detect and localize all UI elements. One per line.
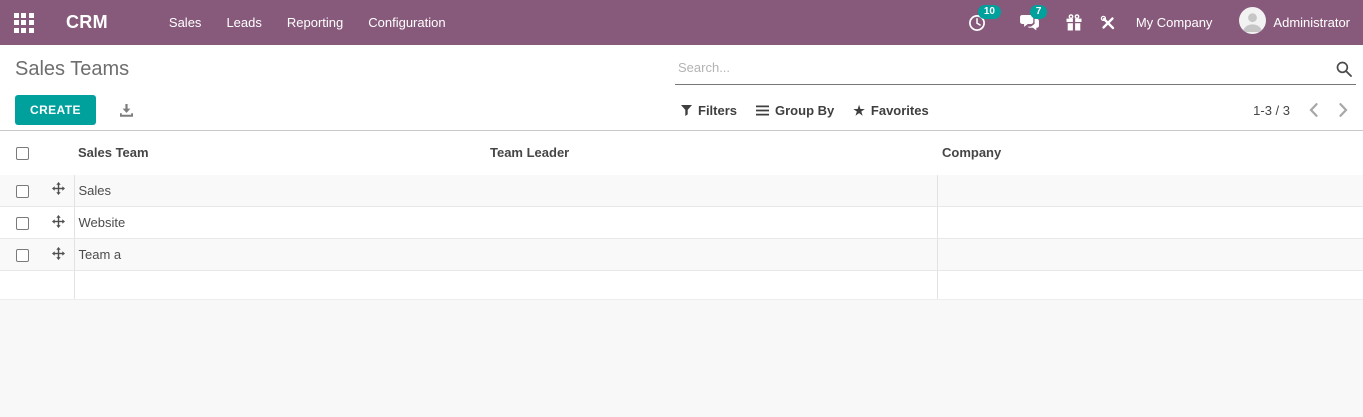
row-checkbox[interactable] <box>15 184 29 198</box>
company-switcher[interactable]: My Company <box>1136 15 1213 30</box>
user-menu[interactable]: Administrator <box>1239 6 1350 39</box>
menu-leads[interactable]: Leads <box>224 11 263 34</box>
tools-icon <box>1100 15 1114 29</box>
activity-count-badge: 10 <box>977 4 1001 19</box>
menu-reporting[interactable]: Reporting <box>285 11 345 34</box>
empty-filler-row <box>0 270 1363 299</box>
cell-sales-team: Team a <box>73 238 482 271</box>
cell-sales-team: Website <box>73 206 482 239</box>
control-panel-top: Sales Teams <box>0 45 1363 90</box>
drag-handle-icon[interactable] <box>52 246 66 260</box>
select-all-checkbox-cell <box>0 130 44 175</box>
menu-sales[interactable]: Sales <box>167 11 204 34</box>
gift-icon <box>1066 14 1082 31</box>
table-row-team-a[interactable]: Team a <box>0 238 1363 271</box>
gift-button[interactable] <box>1066 14 1082 31</box>
drag-handle-icon[interactable] <box>52 214 66 228</box>
pager-range: 1-3 / 3 <box>1253 102 1290 118</box>
page-background <box>0 298 1363 417</box>
sales-teams-table: Sales Team Team Leader Company Sales Web… <box>0 130 1363 299</box>
app-brand[interactable]: CRM <box>66 12 108 33</box>
activity-menu-button[interactable]: 10 <box>968 4 1001 32</box>
search-input[interactable] <box>675 53 1356 85</box>
crm-sales-teams-page: CRM Sales Leads Reporting Configuration … <box>0 0 1363 417</box>
pager-next-button[interactable] <box>1337 101 1350 119</box>
search-icon[interactable] <box>1336 61 1352 82</box>
control-panel-buttons: CREATE Filters Group By ★ Favorites 1-3 … <box>0 90 1363 130</box>
message-count-badge: 7 <box>1029 5 1048 19</box>
avatar <box>1239 6 1267 39</box>
menu-configuration[interactable]: Configuration <box>366 11 447 34</box>
main-menu: Sales Leads Reporting Configuration <box>167 11 448 34</box>
table-row-sales[interactable]: Sales <box>0 174 1363 207</box>
create-button[interactable]: CREATE <box>15 95 96 125</box>
user-name: Administrator <box>1273 15 1350 30</box>
filter-funnel-icon <box>681 104 692 116</box>
cell-team-leader <box>482 206 937 239</box>
table-row-website[interactable]: Website <box>0 206 1363 239</box>
apps-menu-button[interactable] <box>0 0 47 45</box>
chevron-left-icon <box>1309 103 1318 117</box>
cell-sales-team: Sales <box>73 174 482 207</box>
row-checkbox[interactable] <box>15 249 29 263</box>
group-by-icon <box>756 105 770 115</box>
navbar-systray: 10 7 My Company Administrator <box>968 4 1363 39</box>
cell-company <box>936 238 1363 271</box>
column-header-sales-team[interactable]: Sales Team <box>74 130 482 175</box>
cell-team-leader <box>482 238 937 271</box>
favorites-button[interactable]: ★ Favorites <box>853 103 928 118</box>
drag-handle-icon[interactable] <box>52 182 66 196</box>
developer-tools-button[interactable] <box>1100 15 1116 31</box>
cell-team-leader <box>482 174 937 207</box>
cell-company <box>936 206 1363 239</box>
apps-grid-icon <box>13 12 34 33</box>
column-header-company[interactable]: Company <box>937 130 1363 175</box>
page-title: Sales Teams <box>15 58 130 80</box>
row-checkbox[interactable] <box>15 217 29 231</box>
column-header-team-leader[interactable]: Team Leader <box>482 130 937 175</box>
select-all-checkbox[interactable] <box>15 147 29 161</box>
top-navbar: CRM Sales Leads Reporting Configuration … <box>0 0 1363 45</box>
group-by-button[interactable]: Group By <box>756 103 834 118</box>
messages-menu-button[interactable]: 7 <box>1019 5 1048 31</box>
star-icon: ★ <box>853 102 865 118</box>
chevron-right-icon <box>1339 103 1348 117</box>
filters-button[interactable]: Filters <box>681 103 737 118</box>
table-header-row: Sales Team Team Leader Company <box>0 130 1363 175</box>
search-options: Filters Group By ★ Favorites <box>681 103 929 118</box>
export-button[interactable] <box>119 103 134 118</box>
pager-previous-button[interactable] <box>1307 101 1320 119</box>
download-icon <box>119 103 133 117</box>
cell-company <box>936 174 1363 207</box>
handle-column-header <box>44 130 74 175</box>
pager: 1-3 / 3 <box>1253 101 1350 119</box>
search-box <box>675 53 1356 90</box>
